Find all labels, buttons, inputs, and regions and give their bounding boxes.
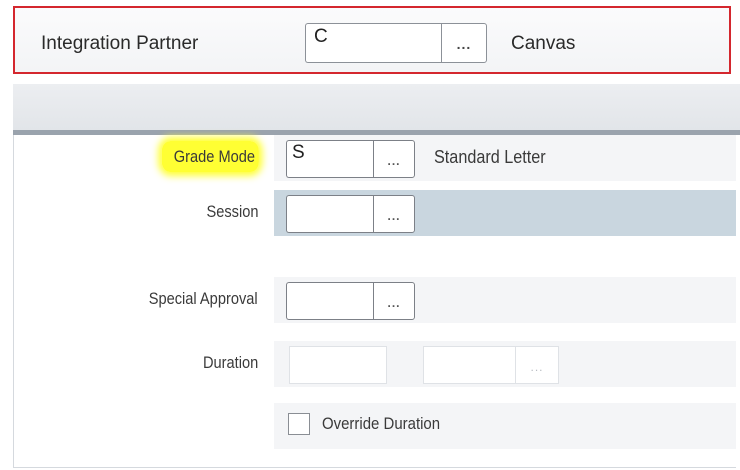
ellipsis-icon: ... <box>456 36 472 52</box>
grade-mode-code-input[interactable] <box>286 140 373 178</box>
integration-partner-lookup-button[interactable]: ... <box>441 23 487 63</box>
override-duration-row: Override Duration <box>14 403 736 449</box>
ellipsis-icon: ... <box>387 209 401 223</box>
course-form-page: Integration Partner ... Canvas Grade Mod… <box>0 0 740 470</box>
session-row: Session ... <box>14 190 736 236</box>
override-duration-label[interactable]: Override Duration <box>322 414 440 434</box>
integration-partner-code-input[interactable] <box>305 23 441 63</box>
special-approval-label: Special Approval <box>149 289 258 308</box>
override-duration-checkbox[interactable] <box>288 413 310 435</box>
special-approval-lookup-button[interactable]: ... <box>373 282 415 320</box>
session-label: Session <box>205 202 258 221</box>
integration-partner-label: Integration Partner <box>41 33 199 54</box>
duration-label: Duration <box>202 353 258 372</box>
course-details-form: Grade Mode ... Standard Letter Session .… <box>13 135 736 468</box>
ellipsis-icon: ... <box>387 154 401 168</box>
grade-mode-lookup-button[interactable]: ... <box>373 140 415 178</box>
special-approval-code-input[interactable] <box>286 282 373 320</box>
grade-mode-label-highlight: Grade Mode <box>161 141 258 172</box>
duration-unit-lookup-button[interactable]: ... <box>515 346 559 384</box>
special-approval-row: Special Approval ... <box>14 277 736 323</box>
integration-partner-row: Integration Partner ... Canvas <box>13 6 731 74</box>
integration-partner-description: Canvas <box>511 33 576 54</box>
duration-unit-input[interactable] <box>423 346 515 384</box>
section-divider <box>13 84 740 135</box>
session-lookup-button[interactable]: ... <box>373 195 415 233</box>
grade-mode-label: Grade Mode <box>161 141 258 172</box>
grade-mode-description: Standard Letter <box>434 147 546 167</box>
grade-mode-row: Grade Mode ... Standard Letter <box>14 135 736 181</box>
ellipsis-icon: ... <box>387 296 401 310</box>
duration-row: Duration ... <box>14 341 736 387</box>
session-code-input[interactable] <box>286 195 373 233</box>
ellipsis-icon: ... <box>530 360 544 374</box>
duration-number-input[interactable] <box>289 346 387 384</box>
